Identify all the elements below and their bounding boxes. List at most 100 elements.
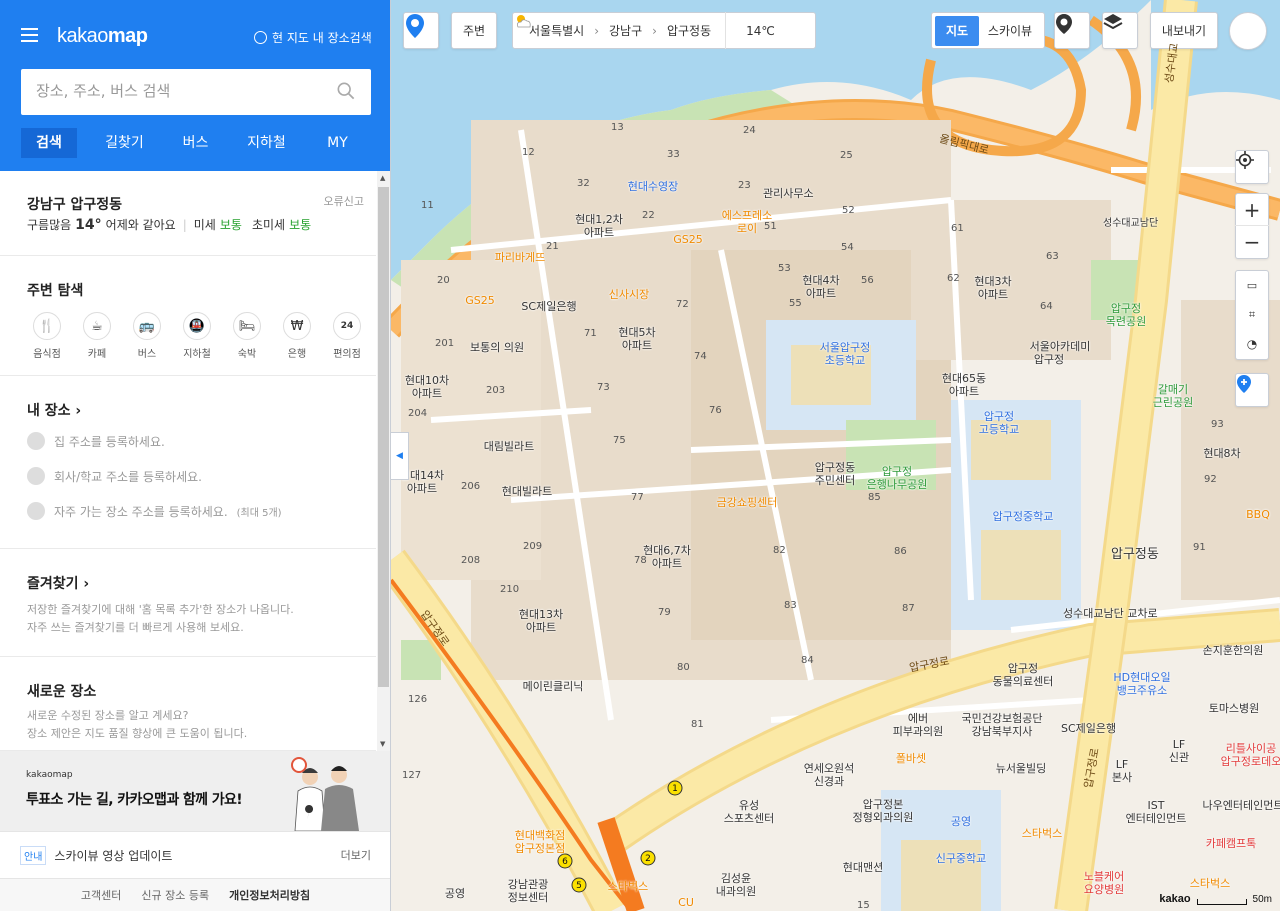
export-button[interactable]: 내보내기	[1150, 12, 1218, 49]
category-bank[interactable]: ₩ 은행	[272, 312, 322, 360]
poi-label[interactable]: 김성윤	[721, 872, 751, 885]
poi-label[interactable]: 로이	[737, 222, 757, 235]
poi-label[interactable]: 공영	[951, 815, 971, 828]
poi-label[interactable]: 정형외과의원	[853, 811, 914, 824]
poi-label[interactable]: 현대1,2차	[575, 213, 623, 226]
ruler-icon[interactable]: ▭	[1247, 271, 1257, 300]
poi-label[interactable]: 아파트	[652, 557, 682, 570]
poi-label[interactable]: 리틀사이공	[1226, 742, 1277, 755]
register-frequent[interactable]: 자주 가는 장소 주소를 등록하세요. (최대 5개)	[27, 502, 282, 520]
poi-label[interactable]: 압구정	[882, 465, 912, 478]
new-places-title[interactable]: 새로운 장소	[27, 681, 96, 701]
poi-label[interactable]: 현대백화점	[515, 829, 566, 842]
category-subway[interactable]: 🚇 지하철	[172, 312, 222, 360]
notice-more-link[interactable]: 더보기	[341, 847, 371, 863]
poi-label[interactable]: 현대3차	[974, 275, 1011, 288]
poi-label[interactable]: 내과의원	[716, 885, 756, 898]
zoom-in-icon[interactable]: +	[1235, 194, 1269, 226]
poi-label[interactable]: 현대맨션	[843, 861, 883, 874]
footer-register-place[interactable]: 신규 장소 등록	[141, 887, 209, 903]
poi-label[interactable]: 서울아카데미	[1030, 340, 1091, 353]
poi-label[interactable]: 압구정	[1111, 302, 1141, 315]
current-location-button[interactable]	[1235, 150, 1269, 184]
poi-label[interactable]: 현대13차	[519, 608, 563, 621]
poi-label[interactable]: 서울압구정	[820, 341, 871, 354]
poi-label[interactable]: GS25	[673, 233, 703, 246]
poi-label[interactable]: 주민센터	[815, 474, 855, 487]
poi-label[interactable]: 에버	[908, 712, 928, 725]
poi-label[interactable]: 현대수영장	[628, 180, 679, 193]
poi-label[interactable]: 금강쇼핑센터	[717, 496, 778, 509]
map-canvas[interactable]: 1 2 5 6 주변 서울특별시 › 강남구 › 압구정동 14℃ 지도 스카이…	[391, 0, 1280, 911]
category-cafe[interactable]: ☕ 카페	[72, 312, 122, 360]
search-icon[interactable]	[337, 82, 355, 100]
poi-label[interactable]: 현대5차	[618, 326, 655, 339]
poi-label[interactable]: IST	[1148, 799, 1165, 812]
zoom-out-icon[interactable]: −	[1235, 226, 1269, 258]
poi-label[interactable]: 현대4차	[802, 274, 839, 287]
poi-label[interactable]: 아파트	[407, 482, 437, 495]
poi-label[interactable]: 스타벅스	[1022, 827, 1062, 840]
register-home[interactable]: 집 주소를 등록하세요.	[27, 432, 165, 450]
scrollbar-thumb[interactable]	[378, 187, 389, 687]
poi-label[interactable]: 요양병원	[1084, 883, 1124, 896]
poi-label[interactable]: 뉴서울빌딩	[996, 762, 1047, 775]
category-bus[interactable]: 🚌 버스	[122, 312, 172, 360]
poi-label[interactable]: 아파트	[584, 226, 614, 239]
poi-label[interactable]: 성수대교남단	[1103, 217, 1158, 230]
poi-label[interactable]: 아파트	[526, 621, 556, 634]
sidebar-scrollbar[interactable]: ▲ ▼	[377, 171, 390, 751]
poi-label[interactable]: 아파트	[622, 339, 652, 352]
poi-label[interactable]: CU	[678, 896, 694, 909]
poi-label[interactable]: 압구정동	[815, 461, 855, 474]
register-work[interactable]: 회사/학교 주소를 등록하세요.	[27, 467, 202, 485]
poi-label[interactable]: 신구중학교	[936, 852, 987, 865]
poi-label[interactable]: 본사	[1112, 771, 1132, 784]
poi-label[interactable]: 노블케어	[1084, 870, 1124, 883]
poi-label[interactable]: 유성	[739, 799, 759, 812]
poi-label[interactable]: 보통의 의원	[470, 341, 524, 354]
poi-label[interactable]: 초등학교	[825, 354, 865, 367]
poi-label[interactable]: 스포츠센터	[724, 812, 775, 825]
poi-label[interactable]: SC제일은행	[521, 300, 576, 313]
nearby-button[interactable]: 주변	[451, 12, 497, 49]
poi-label[interactable]: 현대10차	[405, 374, 449, 387]
poi-label[interactable]: 아파트	[949, 385, 979, 398]
poi-label[interactable]: GS25	[465, 294, 495, 307]
poi-label[interactable]: 에스프레소	[722, 209, 773, 222]
my-places-title[interactable]: 내 장소 ›	[27, 400, 81, 420]
menu-icon[interactable]	[21, 28, 38, 42]
scroll-up-icon[interactable]: ▲	[380, 174, 385, 182]
kakaomap-logo[interactable]: kakaomap	[57, 25, 148, 48]
favorites-title[interactable]: 즐겨찾기 ›	[27, 573, 89, 593]
poi-label[interactable]: 스타벅스	[1190, 877, 1230, 890]
poi-label[interactable]: 뱅크주유소	[1117, 684, 1168, 697]
category-convenience[interactable]: 24 편의점	[322, 312, 372, 360]
poi-label[interactable]: 압구정본	[863, 798, 903, 811]
crumb-apgujeong[interactable]: 압구정동	[659, 22, 719, 39]
poi-label[interactable]: 신경과	[814, 775, 844, 788]
footer-customer-center[interactable]: 고객센터	[81, 887, 121, 903]
poi-label[interactable]: 메이린클리닉	[523, 680, 584, 693]
current-map-search-toggle[interactable]: 현 지도 내 장소검색	[254, 29, 372, 46]
tab-search[interactable]: 검색	[21, 128, 77, 158]
poi-label[interactable]: 관리사무소	[763, 187, 814, 200]
poi-label[interactable]: 현대빌라트	[502, 485, 553, 498]
collapse-sidebar-button[interactable]: ◀	[391, 432, 409, 480]
layers-button[interactable]	[1102, 12, 1138, 49]
notice-text[interactable]: 스카이뷰 영상 업데이트	[54, 847, 340, 864]
add-place-button[interactable]	[1235, 373, 1269, 407]
poi-label[interactable]: 엔터테인먼트	[1126, 812, 1187, 825]
tab-bus[interactable]: 버스	[160, 128, 231, 158]
poi-label[interactable]: 압구정로데오	[1221, 755, 1280, 768]
poi-label[interactable]: 강남관광	[508, 878, 548, 891]
poi-label[interactable]: 공영	[445, 887, 465, 900]
category-restaurant[interactable]: 🍴 음식점	[22, 312, 72, 360]
poi-label[interactable]: 동물의료센터	[993, 675, 1054, 688]
search-input[interactable]	[36, 69, 326, 113]
map-type-skyview[interactable]: 스카이뷰	[979, 22, 1041, 39]
poi-label[interactable]: 압구정본점	[515, 842, 566, 855]
scroll-down-icon[interactable]: ▼	[380, 740, 385, 748]
poi-label[interactable]: 압구정	[1008, 662, 1038, 675]
poi-label[interactable]: 대림빌라트	[484, 440, 535, 453]
